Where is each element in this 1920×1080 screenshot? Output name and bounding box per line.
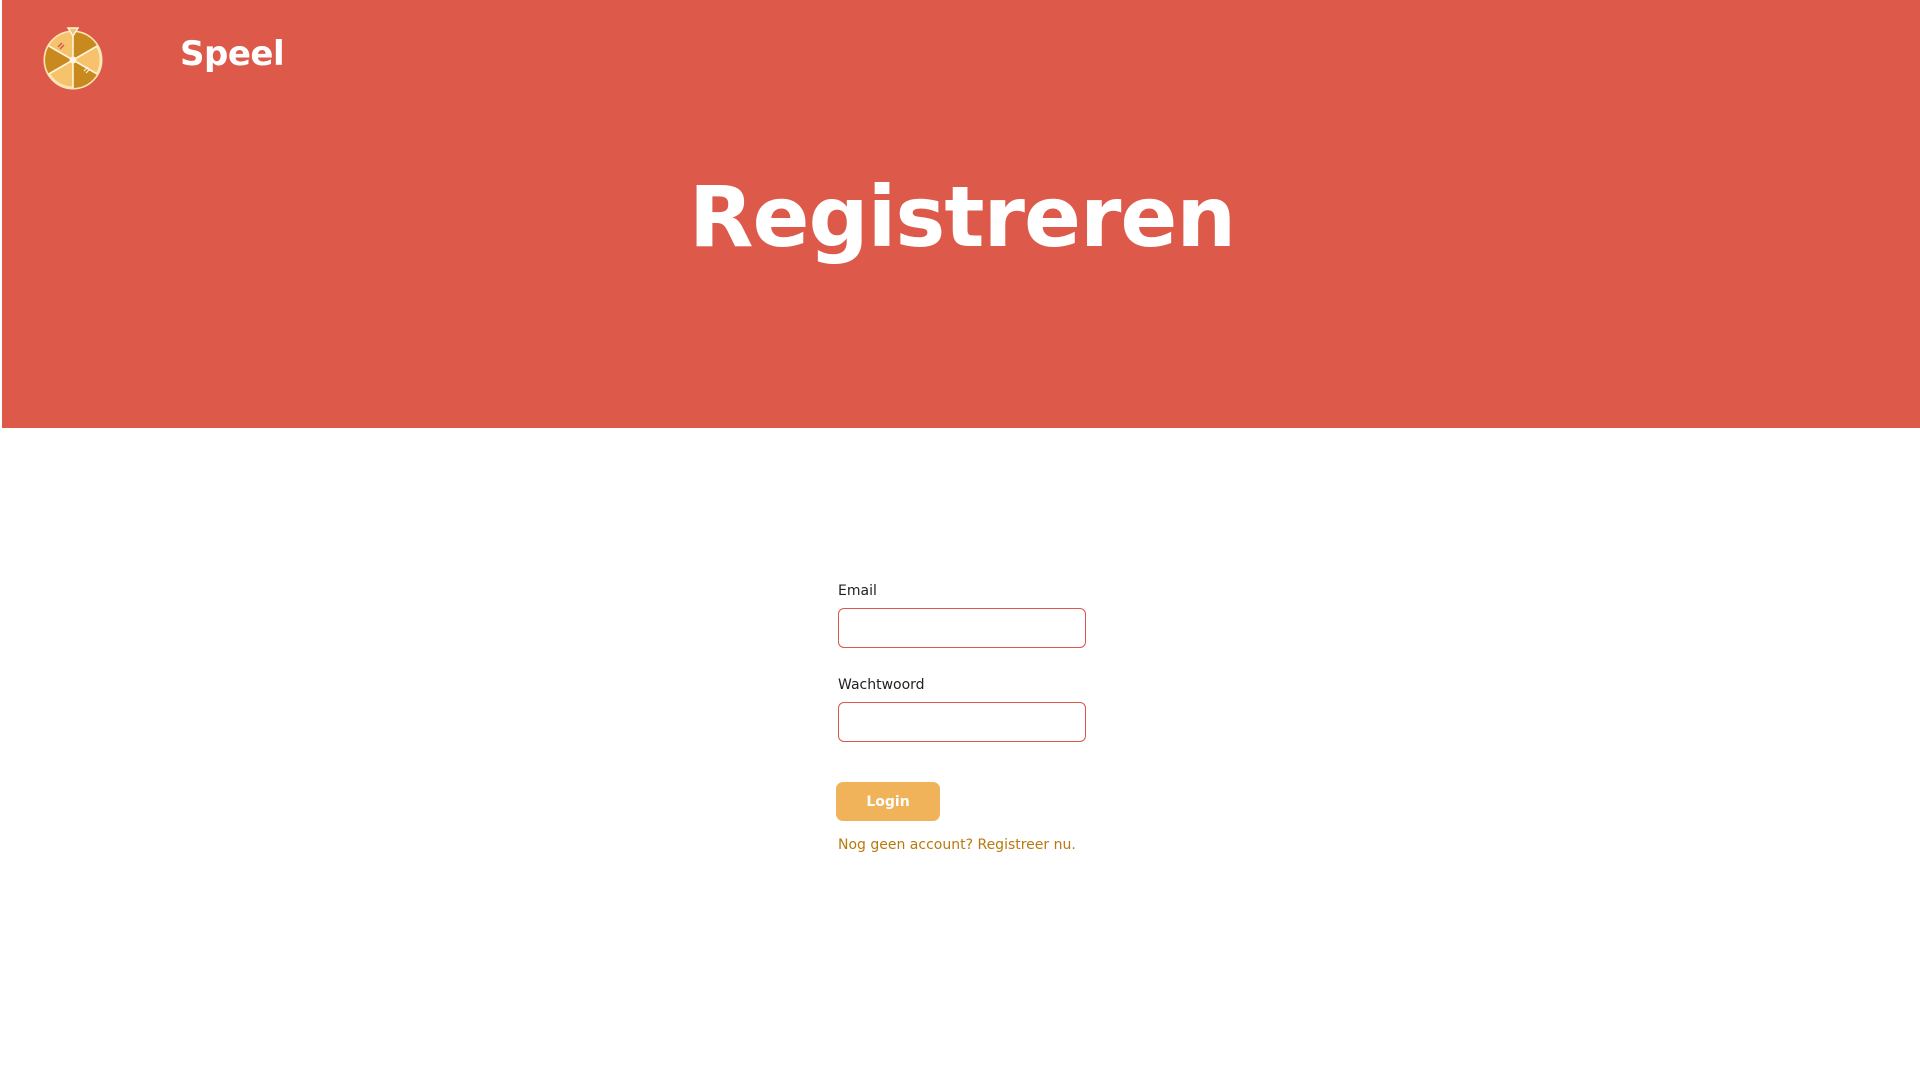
email-field[interactable]: [838, 608, 1086, 648]
register-link[interactable]: Nog geen account? Registreer nu.: [838, 837, 1096, 853]
hero-banner: Speel Registreren: [2, 0, 1920, 428]
password-label: Wachtwoord: [838, 677, 925, 693]
prize-wheel-icon[interactable]: [40, 25, 106, 91]
brand-link[interactable]: Speel: [180, 34, 285, 74]
login-button[interactable]: Login: [836, 782, 940, 821]
register-form: Email Wachtwoord Login Nog geen account?…: [836, 582, 1096, 853]
password-field[interactable]: [838, 702, 1086, 742]
page: Speel Registreren Email Wachtwoord Login…: [0, 0, 1920, 1080]
password-group: Wachtwoord: [836, 676, 1096, 742]
email-group: Email: [836, 582, 1096, 648]
email-label: Email: [838, 583, 877, 599]
page-title: Registreren: [688, 168, 1236, 266]
